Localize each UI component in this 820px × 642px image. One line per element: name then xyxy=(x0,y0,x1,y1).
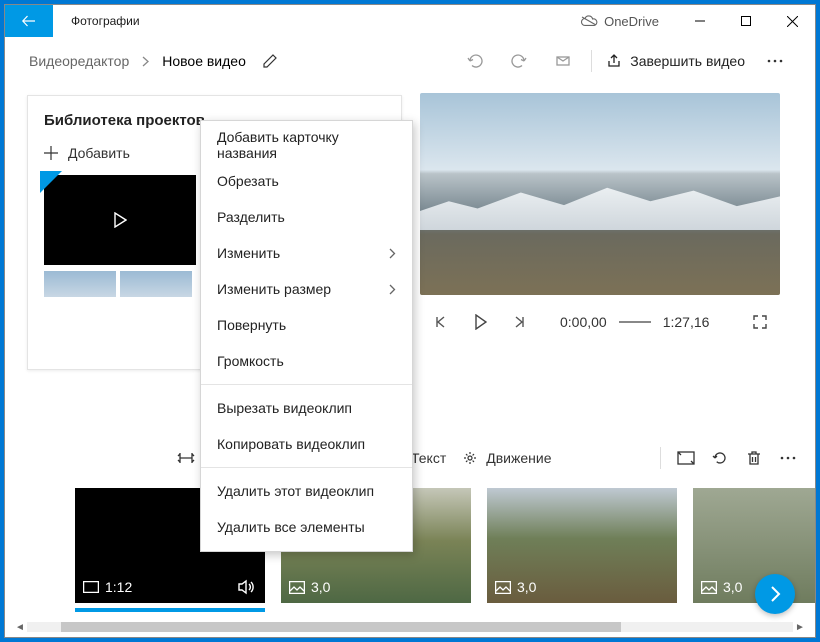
text-label: Текст xyxy=(411,450,446,466)
chevron-right-icon xyxy=(141,56,150,67)
context-menu-label: Удалить этот видеоклип xyxy=(217,483,374,499)
library-item-selected[interactable] xyxy=(44,175,196,265)
cloud-icon xyxy=(580,15,598,27)
context-menu: Добавить карточку названия Обрезать Раздел… xyxy=(200,120,413,552)
library-item[interactable] xyxy=(44,271,116,297)
finish-label: Завершить видео xyxy=(630,53,745,69)
context-menu-label: Повернуть xyxy=(217,317,286,333)
storyboard-clip[interactable]: 3,0 xyxy=(693,488,815,603)
context-menu-item[interactable]: Громкость xyxy=(201,343,412,379)
view-toggle-button[interactable] xyxy=(541,41,585,81)
context-menu-item[interactable]: Обрезать xyxy=(201,163,412,199)
app-title: Фотографии xyxy=(53,14,140,28)
context-menu-item[interactable]: Вырезать видеоклип xyxy=(201,390,412,426)
horizontal-scrollbar[interactable]: ◄ ► xyxy=(13,619,807,635)
motion-label: Движение xyxy=(486,450,551,466)
time-total: 1:27,16 xyxy=(657,314,716,330)
context-menu-label: Вырезать видеоклип xyxy=(217,400,352,416)
preview-frame[interactable] xyxy=(420,93,780,295)
breadcrumb-root[interactable]: Видеоредактор xyxy=(29,53,129,69)
more-clip-button[interactable] xyxy=(771,441,805,475)
undo-button[interactable] xyxy=(453,41,497,81)
next-frame-button[interactable] xyxy=(500,315,540,329)
clip-duration: 1:12 xyxy=(105,579,132,595)
toolbar-separator xyxy=(591,50,592,72)
context-menu-separator xyxy=(201,384,412,385)
time-current: 0:00,00 xyxy=(554,314,613,330)
motion-button[interactable]: Движение xyxy=(454,450,559,466)
clip-duration: 3,0 xyxy=(517,579,536,595)
prev-frame-button[interactable] xyxy=(420,315,460,329)
trim-button[interactable] xyxy=(169,441,203,475)
more-button[interactable] xyxy=(753,41,797,81)
context-menu-item[interactable]: Удалить все элементы xyxy=(201,509,412,545)
motion-icon xyxy=(462,450,478,466)
fullscreen-button[interactable] xyxy=(740,314,780,330)
context-menu-item[interactable]: Изменить xyxy=(201,235,412,271)
scroll-left-icon[interactable]: ◄ xyxy=(13,619,27,635)
chevron-right-icon xyxy=(388,284,396,295)
rotate-button[interactable] xyxy=(703,441,737,475)
scroll-right-button[interactable] xyxy=(755,574,795,614)
context-menu-item[interactable]: Изменить размер xyxy=(201,271,412,307)
play-button[interactable] xyxy=(460,314,500,330)
maximize-button[interactable] xyxy=(723,5,769,37)
image-icon xyxy=(701,581,717,594)
edit-title-button[interactable] xyxy=(262,53,278,69)
context-menu-label: Изменить xyxy=(217,245,280,261)
context-menu-separator xyxy=(201,467,412,468)
chevron-right-icon xyxy=(388,248,396,259)
finish-video-button[interactable]: Завершить видео xyxy=(598,53,753,69)
image-icon xyxy=(289,581,305,594)
close-button[interactable] xyxy=(769,5,815,37)
plus-icon xyxy=(44,146,58,160)
library-item[interactable] xyxy=(120,271,192,297)
scroll-thumb[interactable] xyxy=(61,622,621,632)
aspect-button[interactable] xyxy=(669,441,703,475)
play-icon xyxy=(113,212,127,228)
context-menu-item[interactable]: Удалить этот видеоклип xyxy=(201,473,412,509)
context-menu-label: Разделить xyxy=(217,209,285,225)
clip-duration: 3,0 xyxy=(723,579,742,595)
context-menu-item[interactable]: Повернуть xyxy=(201,307,412,343)
export-icon xyxy=(606,53,622,69)
minimize-button[interactable] xyxy=(677,5,723,37)
onedrive-label: OneDrive xyxy=(604,14,659,29)
context-menu-label: Удалить все элементы xyxy=(217,519,365,535)
onedrive-link[interactable]: OneDrive xyxy=(580,14,677,29)
add-media-button[interactable]: Добавить xyxy=(44,145,130,161)
redo-button[interactable] xyxy=(497,41,541,81)
selection-corner-icon xyxy=(40,171,62,193)
volume-icon[interactable] xyxy=(237,579,255,595)
storyboard-clip[interactable]: 3,0 xyxy=(487,488,677,603)
scroll-right-icon[interactable]: ► xyxy=(793,619,807,635)
context-menu-item[interactable]: Разделить xyxy=(201,199,412,235)
context-menu-label: Изменить размер xyxy=(217,281,331,297)
back-button[interactable] xyxy=(5,5,53,37)
breadcrumb-current[interactable]: Новое видео xyxy=(162,53,246,69)
add-label: Добавить xyxy=(68,145,130,161)
aspect-icon xyxy=(83,581,99,593)
context-menu-label: Обрезать xyxy=(217,173,279,189)
context-menu-label: Добавить карточку названия xyxy=(217,129,396,161)
delete-button[interactable] xyxy=(737,441,771,475)
time-separator xyxy=(619,321,651,323)
image-icon xyxy=(495,581,511,594)
context-menu-label: Копировать видеоклип xyxy=(217,436,365,452)
context-menu-item[interactable]: Добавить карточку названия xyxy=(201,127,412,163)
context-menu-label: Громкость xyxy=(217,353,284,369)
context-menu-item[interactable]: Копировать видеоклип xyxy=(201,426,412,462)
clip-duration: 3,0 xyxy=(311,579,330,595)
